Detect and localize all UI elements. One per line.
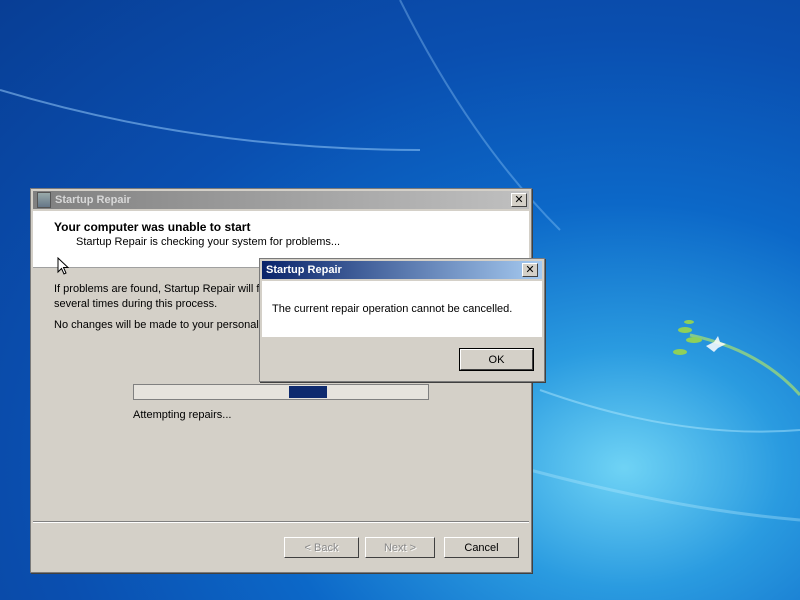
- main-window-title: Startup Repair: [55, 194, 131, 206]
- dialog-message: The current repair operation cannot be c…: [272, 303, 513, 315]
- dialog-message-area: The current repair operation cannot be c…: [262, 281, 542, 337]
- problems-paragraph: If problems are found, Startup Repair wi…: [54, 283, 260, 310]
- dialog-close-button[interactable]: ✕: [522, 263, 538, 277]
- dialog-titlebar[interactable]: Startup Repair ✕: [262, 261, 542, 279]
- back-button[interactable]: < Back: [284, 537, 359, 558]
- next-button[interactable]: Next >: [365, 537, 435, 558]
- startup-repair-app-icon: [37, 192, 51, 208]
- main-close-button[interactable]: ✕: [511, 193, 527, 207]
- progress-status-text: Attempting repairs...: [133, 409, 232, 421]
- footer-divider: [33, 521, 529, 523]
- main-titlebar[interactable]: Startup Repair ✕: [33, 191, 529, 209]
- cancel-button[interactable]: Cancel: [444, 537, 519, 558]
- ok-button[interactable]: OK: [459, 348, 534, 371]
- progress-marquee-chunk: [289, 386, 327, 398]
- dialog-title: Startup Repair: [266, 264, 342, 276]
- page-subheading: Startup Repair is checking your system f…: [76, 236, 341, 248]
- mouse-cursor-icon: [57, 257, 70, 275]
- repair-progress-bar: [133, 384, 429, 400]
- cannot-cancel-dialog: Startup Repair ✕ The current repair oper…: [259, 258, 545, 382]
- personal-files-paragraph: No changes will be made to your personal…: [54, 319, 265, 331]
- page-heading: Your computer was unable to start: [54, 220, 251, 234]
